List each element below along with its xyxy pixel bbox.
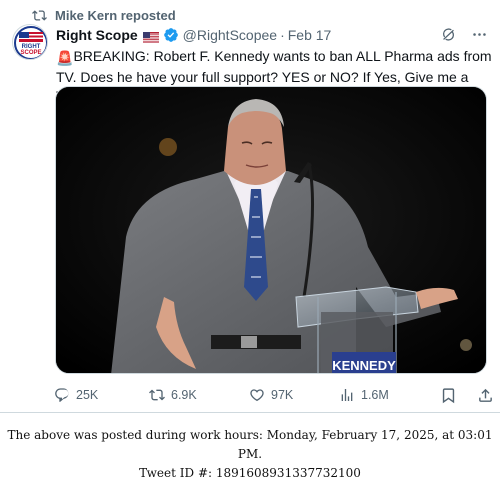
author-handle[interactable]: @RightScopee <box>183 27 277 43</box>
like-icon <box>250 389 264 402</box>
view-count: 1.6M <box>361 388 389 402</box>
avatar[interactable]: RIGHT SCOPE <box>12 24 48 60</box>
tweet-card[interactable]: Mike Kern reposted RIGHT SCOPE Right Sco… <box>0 0 500 413</box>
repost-count: 6.9K <box>171 388 197 402</box>
posted-during-work-hours-line: The above was posted during work hours: … <box>7 428 493 461</box>
views-icon <box>341 389 353 401</box>
more-icon[interactable] <box>471 26 488 43</box>
avatar-text-bottom: SCOPE <box>20 50 41 56</box>
repost-indicator: Mike Kern reposted <box>32 6 176 24</box>
bookmark-icon[interactable] <box>440 387 457 404</box>
like-count: 97K <box>271 388 294 402</box>
author-name[interactable]: Right Scope <box>56 27 138 43</box>
flag-icon <box>142 30 159 43</box>
podium-sign-text: KENNEDY <box>332 358 396 373</box>
post-date[interactable]: Feb 17 <box>288 27 332 43</box>
action-bar: 25K 6.9K 97K 1.6M <box>54 384 494 406</box>
like-button[interactable]: 97K <box>249 387 339 403</box>
repost-button[interactable]: 6.9K <box>149 387 249 403</box>
post-metadata-footer: The above was posted during work hours: … <box>0 426 500 480</box>
alert-emoji: 🚨 <box>56 50 74 66</box>
reply-count: 25K <box>76 388 99 402</box>
verified-icon <box>163 28 178 42</box>
speaker-photo: KENNEDY <box>56 87 486 373</box>
reposted-by-label[interactable]: Mike Kern reposted <box>55 8 176 23</box>
tweet-photo[interactable]: KENNEDY <box>55 86 487 374</box>
grok-icon[interactable] <box>440 26 457 43</box>
views-button[interactable]: 1.6M <box>339 387 434 403</box>
reply-icon <box>55 388 69 402</box>
tweet-header: Right Scope @RightScopee · Feb 17 <box>56 24 488 46</box>
repost-icon <box>149 389 165 401</box>
repost-icon <box>32 9 47 21</box>
separator-dot: · <box>280 27 285 43</box>
reply-button[interactable]: 25K <box>54 387 149 403</box>
tweet-id-line: Tweet ID #: 1891608931337732100 <box>139 466 361 480</box>
share-icon[interactable] <box>477 387 494 404</box>
